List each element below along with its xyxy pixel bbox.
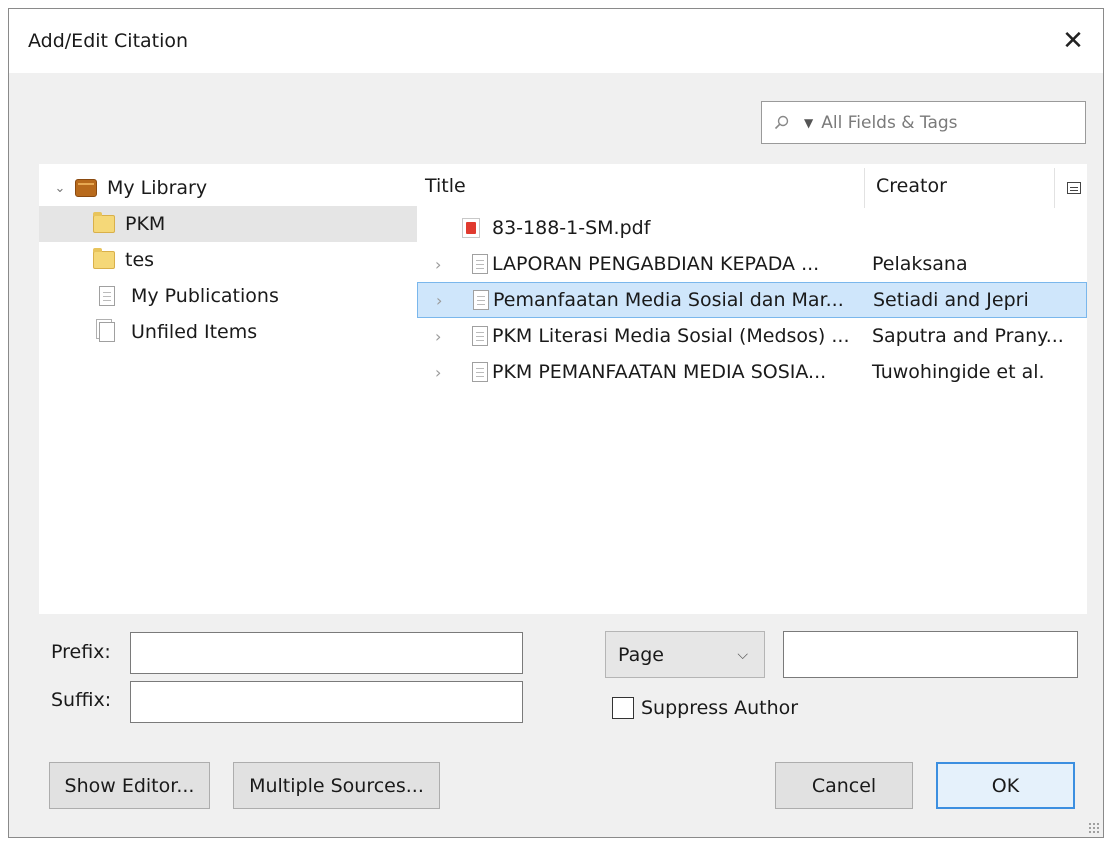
close-icon: ✕: [1062, 26, 1084, 56]
suppress-author-label[interactable]: Suppress Author: [641, 697, 798, 719]
suppress-author-checkbox[interactable]: [612, 697, 634, 719]
collection-label: My Library: [107, 177, 208, 199]
resize-grip[interactable]: [1088, 822, 1100, 834]
locator-selected-value: Page: [618, 643, 664, 666]
dialog-title: Add/Edit Citation: [28, 30, 189, 52]
item-title: PKM Literasi Media Sosial (Medsos) ...: [492, 325, 850, 347]
item-creator: Setiadi and Jepri: [873, 289, 1029, 311]
collection-label: PKM: [125, 213, 166, 235]
collection-label: tes: [125, 249, 155, 271]
item-title: LAPORAN PENGABDIAN KEPADA ...: [492, 253, 820, 275]
locator-select[interactable]: Page ⌵: [605, 631, 765, 678]
search-icon: [774, 115, 789, 129]
column-picker-icon[interactable]: [1067, 182, 1081, 194]
item-row[interactable]: 83-188-1-SM.pdf: [417, 210, 1087, 246]
chevron-right-icon[interactable]: ›: [436, 291, 442, 310]
items-pane: Title Creator 83-188-1-SM.pdf › LAPORAN …: [417, 164, 1087, 614]
document-icon: [472, 326, 488, 346]
document-icon: [473, 290, 489, 310]
chevron-right-icon[interactable]: ›: [435, 255, 441, 274]
item-title: Pemanfaatan Media Sosial dan Mar...: [493, 289, 844, 311]
add-edit-citation-dialog: Add/Edit Citation ✕ ▼ All Fields & Tags …: [8, 8, 1104, 838]
collections-pane: ⌄ My Library PKM tes My Publications Unf…: [39, 164, 417, 614]
column-header-creator[interactable]: Creator: [876, 164, 947, 208]
unfiled-icon: [99, 322, 115, 342]
folder-icon: [93, 248, 115, 269]
document-icon: [472, 254, 488, 274]
item-creator: Tuwohingide et al.: [872, 361, 1045, 383]
ok-button[interactable]: OK: [936, 762, 1075, 809]
collection-unfiled-items[interactable]: Unfiled Items: [39, 314, 417, 350]
prefix-label: Prefix:: [51, 641, 111, 663]
item-row[interactable]: › PKM PEMANFAATAN MEDIA SOSIA... Tuwohin…: [417, 354, 1087, 390]
document-icon: [472, 362, 488, 382]
search-field[interactable]: ▼ All Fields & Tags: [761, 101, 1086, 144]
close-button[interactable]: ✕: [1043, 9, 1103, 73]
item-title: 83-188-1-SM.pdf: [492, 217, 651, 239]
folder-icon: [93, 212, 115, 233]
document-icon: [99, 286, 115, 306]
item-row[interactable]: › LAPORAN PENGABDIAN KEPADA ... Pelaksan…: [417, 246, 1087, 282]
chevron-right-icon[interactable]: ›: [435, 363, 441, 382]
column-divider[interactable]: [864, 168, 865, 208]
item-creator: Pelaksana: [872, 253, 968, 275]
column-header-title[interactable]: Title: [425, 164, 466, 208]
locator-input[interactable]: [783, 631, 1078, 678]
cancel-button[interactable]: Cancel: [775, 762, 913, 809]
item-title: PKM PEMANFAATAN MEDIA SOSIA...: [492, 361, 827, 383]
item-creator: Saputra and Prany...: [872, 325, 1064, 347]
chevron-down-icon: ⌵: [737, 646, 748, 663]
library-icon: [75, 179, 97, 197]
collection-my-library[interactable]: ⌄ My Library: [39, 170, 417, 206]
collection-label: Unfiled Items: [131, 321, 258, 343]
multiple-sources-button[interactable]: Multiple Sources...: [233, 762, 440, 809]
collection-tes[interactable]: tes: [39, 242, 417, 278]
collection-my-publications[interactable]: My Publications: [39, 278, 417, 314]
item-row[interactable]: › PKM Literasi Media Sosial (Medsos) ...…: [417, 318, 1087, 354]
suffix-label: Suffix:: [51, 689, 112, 711]
item-row-selected[interactable]: › Pemanfaatan Media Sosial dan Mar... Se…: [417, 282, 1087, 318]
chevron-down-icon[interactable]: ⌄: [51, 181, 69, 196]
show-editor-button[interactable]: Show Editor...: [49, 762, 210, 809]
chevron-right-icon[interactable]: ›: [435, 327, 441, 346]
column-divider[interactable]: [1054, 168, 1055, 208]
pdf-icon: [462, 218, 480, 238]
title-bar: Add/Edit Citation ✕: [9, 9, 1103, 73]
prefix-input[interactable]: [130, 632, 523, 674]
suffix-input[interactable]: [130, 681, 523, 723]
search-placeholder: All Fields & Tags: [821, 112, 958, 133]
search-mode-dropdown[interactable]: ▼: [804, 116, 813, 130]
collection-pkm[interactable]: PKM: [39, 206, 417, 242]
collection-label: My Publications: [131, 285, 279, 307]
